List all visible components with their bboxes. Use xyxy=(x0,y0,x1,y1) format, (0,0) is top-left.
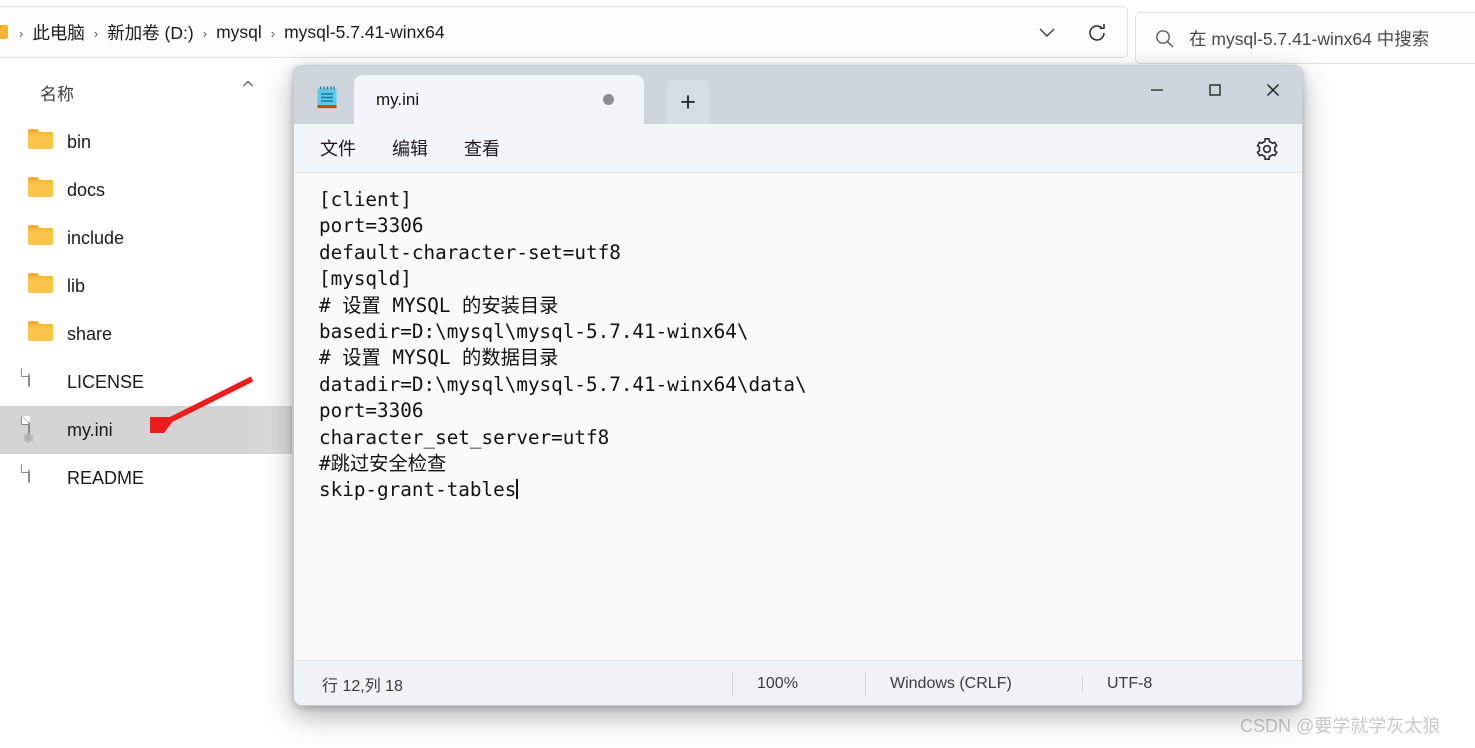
status-bar: 行 12,列 18 100% Windows (CRLF) UTF-8 xyxy=(294,660,1302,705)
refresh-icon[interactable] xyxy=(1081,18,1113,48)
notepad-window: my.ini + 文件 编辑 查看 [client] port=3306 def… xyxy=(293,65,1303,706)
chevron-up-icon xyxy=(240,76,256,97)
tab-my-ini[interactable]: my.ini xyxy=(354,75,644,124)
window-controls xyxy=(1128,66,1302,114)
unsaved-indicator-dot xyxy=(603,94,614,105)
list-item[interactable]: include xyxy=(0,214,292,262)
chevron-down-icon[interactable] xyxy=(1030,19,1064,45)
breadcrumb-separator: › xyxy=(270,25,276,41)
cursor-position: 行 12,列 18 xyxy=(322,678,403,695)
text-caret xyxy=(516,479,518,500)
folder-icon xyxy=(28,177,54,203)
line-ending[interactable]: Windows (CRLF) xyxy=(865,671,1082,697)
close-button[interactable] xyxy=(1244,66,1302,114)
menu-edit[interactable]: 编辑 xyxy=(386,131,434,165)
notepad-icon xyxy=(316,86,338,110)
editor-content: [client] port=3306 default-character-set… xyxy=(319,188,807,502)
file-name: share xyxy=(67,323,113,344)
breadcrumb-item-mysql[interactable]: mysql xyxy=(216,22,262,43)
text-editor-area[interactable]: [client] port=3306 default-character-set… xyxy=(294,173,1302,660)
list-item[interactable]: bin xyxy=(0,118,292,166)
file-name: include xyxy=(67,227,125,248)
menu-file[interactable]: 文件 xyxy=(314,131,362,165)
breadcrumb: › 此电脑 › 新加卷 (D:) › mysql › mysql-5.7.41-… xyxy=(0,6,445,58)
file-name: LICENSE xyxy=(67,371,145,392)
folder-icon xyxy=(28,321,54,347)
file-name: README xyxy=(67,467,145,488)
breadcrumb-separator: › xyxy=(93,25,99,41)
file-name: bin xyxy=(67,131,92,152)
zoom-level[interactable]: 100% xyxy=(732,671,865,697)
list-item[interactable]: lib xyxy=(0,262,292,310)
document-icon xyxy=(21,368,54,395)
list-item-my-ini[interactable]: my.ini xyxy=(0,406,292,454)
search-box[interactable]: 在 mysql-5.7.41-winx64 中搜索 xyxy=(1135,12,1475,64)
address-bar: › 此电脑 › 新加卷 (D:) › mysql › mysql-5.7.41-… xyxy=(0,6,1475,64)
breadcrumb-separator: › xyxy=(202,25,208,41)
ini-file-icon xyxy=(21,416,54,444)
folder-icon xyxy=(28,225,54,251)
file-list: bin docs include lib share LICENSE my.in… xyxy=(0,118,292,502)
new-tab-button[interactable]: + xyxy=(666,80,710,124)
folder-icon xyxy=(28,273,54,299)
column-header-name[interactable]: 名称 xyxy=(40,80,74,105)
document-icon xyxy=(21,464,54,491)
file-name: docs xyxy=(67,179,106,200)
gear-icon xyxy=(21,431,35,445)
file-name: lib xyxy=(67,275,86,296)
breadcrumb-separator: › xyxy=(19,25,24,41)
gear-icon[interactable] xyxy=(1254,136,1280,162)
list-item[interactable]: README xyxy=(0,454,292,502)
minimize-button[interactable] xyxy=(1128,66,1186,114)
maximize-button[interactable] xyxy=(1186,66,1244,114)
breadcrumb-item-this-pc[interactable]: 此电脑 xyxy=(32,20,85,45)
list-item[interactable]: docs xyxy=(0,166,292,214)
tab-label: my.ini xyxy=(376,89,420,109)
list-item[interactable]: share xyxy=(0,310,292,358)
menu-view[interactable]: 查看 xyxy=(458,131,506,165)
column-header-row: 名称 xyxy=(0,72,290,114)
notepad-menu-bar: 文件 编辑 查看 xyxy=(294,124,1302,173)
folder-icon xyxy=(0,25,8,39)
csdn-watermark: CSDN @要学就学灰太狼 xyxy=(1240,716,1441,736)
list-item[interactable]: LICENSE xyxy=(0,358,292,406)
search-icon xyxy=(1154,28,1175,49)
encoding[interactable]: UTF-8 xyxy=(1082,675,1237,693)
folder-icon xyxy=(28,129,54,155)
notepad-title-bar[interactable]: my.ini + xyxy=(294,66,1302,124)
file-name: my.ini xyxy=(67,419,113,440)
breadcrumb-item-current[interactable]: mysql-5.7.41-winx64 xyxy=(284,22,444,43)
breadcrumb-item-drive[interactable]: 新加卷 (D:) xyxy=(107,20,194,45)
search-placeholder: 在 mysql-5.7.41-winx64 中搜索 xyxy=(1189,28,1430,49)
